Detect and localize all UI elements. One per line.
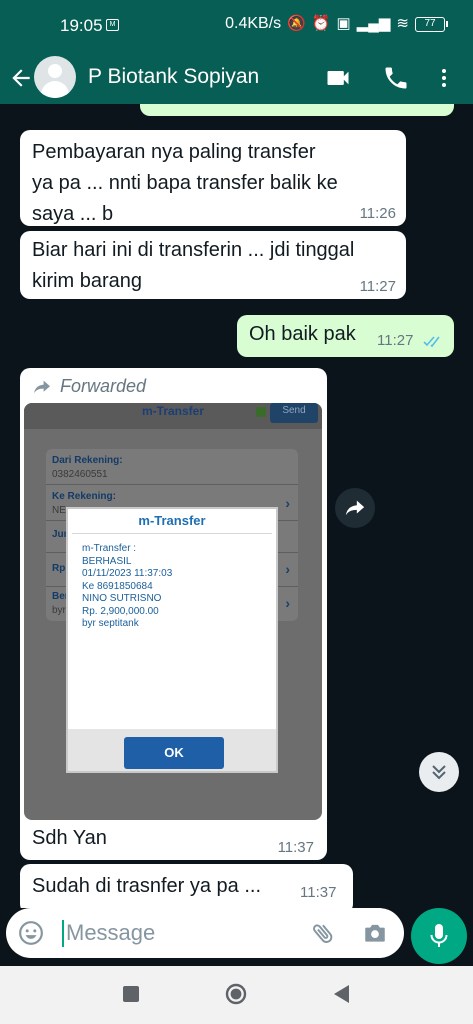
signal-icon: ▂▄▆ [356,15,391,32]
message-line: Biar hari ini di transferin ... jdi ting… [32,239,355,261]
form-arrow-icon: › [285,495,290,511]
message-bubble-incoming[interactable]: Biar hari ini di transferin ... jdi ting… [20,231,406,299]
shot-form-row: Dari Rekening: 0382460551 [46,449,298,485]
mic-icon [430,924,448,947]
chat-header: P Biotank Sopiyan [0,52,473,104]
forward-message-button[interactable] [335,488,375,528]
avatar-head [48,64,62,78]
dialog-title: m-Transfer [138,513,206,528]
message-line: ya pa ... nnti bapa transfer balik ke [32,172,338,194]
home-button-icon[interactable] [224,982,248,1006]
message-time: 11:37 [277,839,314,856]
dialog-line: byr septitank [82,618,139,629]
transfer-result-dialog: m-Transfer m-Transfer : BERHASIL 01/11/2… [66,507,278,773]
voice-record-button[interactable] [411,908,467,964]
message-bubble-incoming[interactable]: Pembayaran nya paling transfer ya pa ...… [20,130,406,226]
camera-icon[interactable] [362,920,388,946]
wifi-icon: ≋ [396,15,409,32]
shot-send-button: Send [270,403,318,423]
avatar-body [41,81,69,98]
dialog-body: m-Transfer : BERHASIL 01/11/2023 11:37:0… [82,543,172,631]
volte-icon: ▣ [336,15,351,32]
message-bubble-outgoing[interactable]: Oh baik pak 11:27 [237,315,454,357]
app-notification-icon: M [106,19,119,31]
attach-icon[interactable] [310,920,336,946]
forwarded-text: Forwarded [60,376,147,396]
transfer-screenshot-image[interactable]: m-Transfer Send Dari Rekening: 038246055… [24,403,322,820]
dialog-divider [72,533,272,534]
forward-arrow-icon [345,500,365,516]
image-caption: Sdh Yan [32,827,107,849]
battery-icon: 77 [415,16,448,32]
status-indicators: 0.4KB/s 🔕 ⏰ ▣ ▂▄▆ ≋ 77 [225,15,448,33]
dialog-line: m-Transfer : [82,543,137,554]
composer-pill[interactable] [6,908,404,958]
shot-header: m-Transfer Send [24,403,322,429]
message-text: Oh baik pak [249,323,356,345]
form-label: Rp [52,563,66,574]
alarm-icon: ⏰ [311,15,331,32]
message-time: 11:37 [300,884,337,901]
shot-title: m-Transfer [142,404,205,418]
more-menu-icon[interactable] [432,64,456,92]
shot-status-square [256,407,266,417]
scroll-to-bottom-button[interactable] [419,752,459,792]
form-arrow-icon: › [285,595,290,611]
dialog-line: Rp. 2,900,000.00 [82,605,159,617]
back-arrow-icon[interactable] [8,64,34,92]
message-time: 11:27 [359,278,396,295]
back-button-icon[interactable] [330,982,354,1006]
message-time: 11:26 [359,205,396,222]
dialog-line: NINO SUTRISNO [82,593,162,604]
message-input[interactable] [66,918,296,948]
form-value: NE [52,505,66,516]
message-text: Sudah di trasnfer ya pa ... [32,875,262,897]
message-time: 11:27 [377,332,414,349]
forward-arrow-icon [34,380,50,393]
message-line: Pembayaran nya paling transfer [32,141,316,163]
form-label: Dari Rekening: [52,455,123,466]
system-nav-bar [0,966,473,1024]
read-ticks-icon [423,336,440,348]
message-text: Biar hari ini di transferin ... jdi ting… [32,235,354,297]
form-value: 0382460551 [52,469,108,480]
network-speed: 0.4KB/s [225,15,282,32]
message-text: Pembayaran nya paling transfer ya pa ...… [32,137,338,230]
message-line: saya ... b [32,203,114,225]
forwarded-label: Forwarded [32,376,146,397]
video-call-icon[interactable] [324,64,352,92]
dialog-line: 01/11/2023 11:37:03 [82,568,173,579]
form-arrow-icon: › [285,561,290,577]
dialog-line: Ke 8691850684 [82,580,153,592]
status-time: 19:05 [60,16,103,35]
form-value: byr [52,605,66,616]
double-chevron-down-icon [432,765,446,780]
emoji-icon[interactable] [18,920,44,946]
contact-name[interactable]: P Biotank Sopiyan [88,65,259,89]
recents-button-icon[interactable] [119,982,143,1006]
message-bubble-partial[interactable] [140,104,454,116]
voice-call-icon[interactable] [382,64,410,92]
text-caret [62,920,64,947]
mute-icon: 🔕 [287,15,306,32]
status-bar: 19:05 M 0.4KB/s 🔕 ⏰ ▣ ▂▄▆ ≋ 77 [0,0,473,52]
form-label: Ke Rekening: [52,491,116,502]
message-bubble-incoming[interactable]: Sudah di trasnfer ya pa ... 11:37 [20,864,353,914]
message-line: kirim barang [32,270,143,292]
avatar[interactable] [34,56,76,98]
dialog-ok-button: OK [124,737,224,769]
composer-bar [0,908,473,966]
dialog-line: BERHASIL [82,555,132,567]
